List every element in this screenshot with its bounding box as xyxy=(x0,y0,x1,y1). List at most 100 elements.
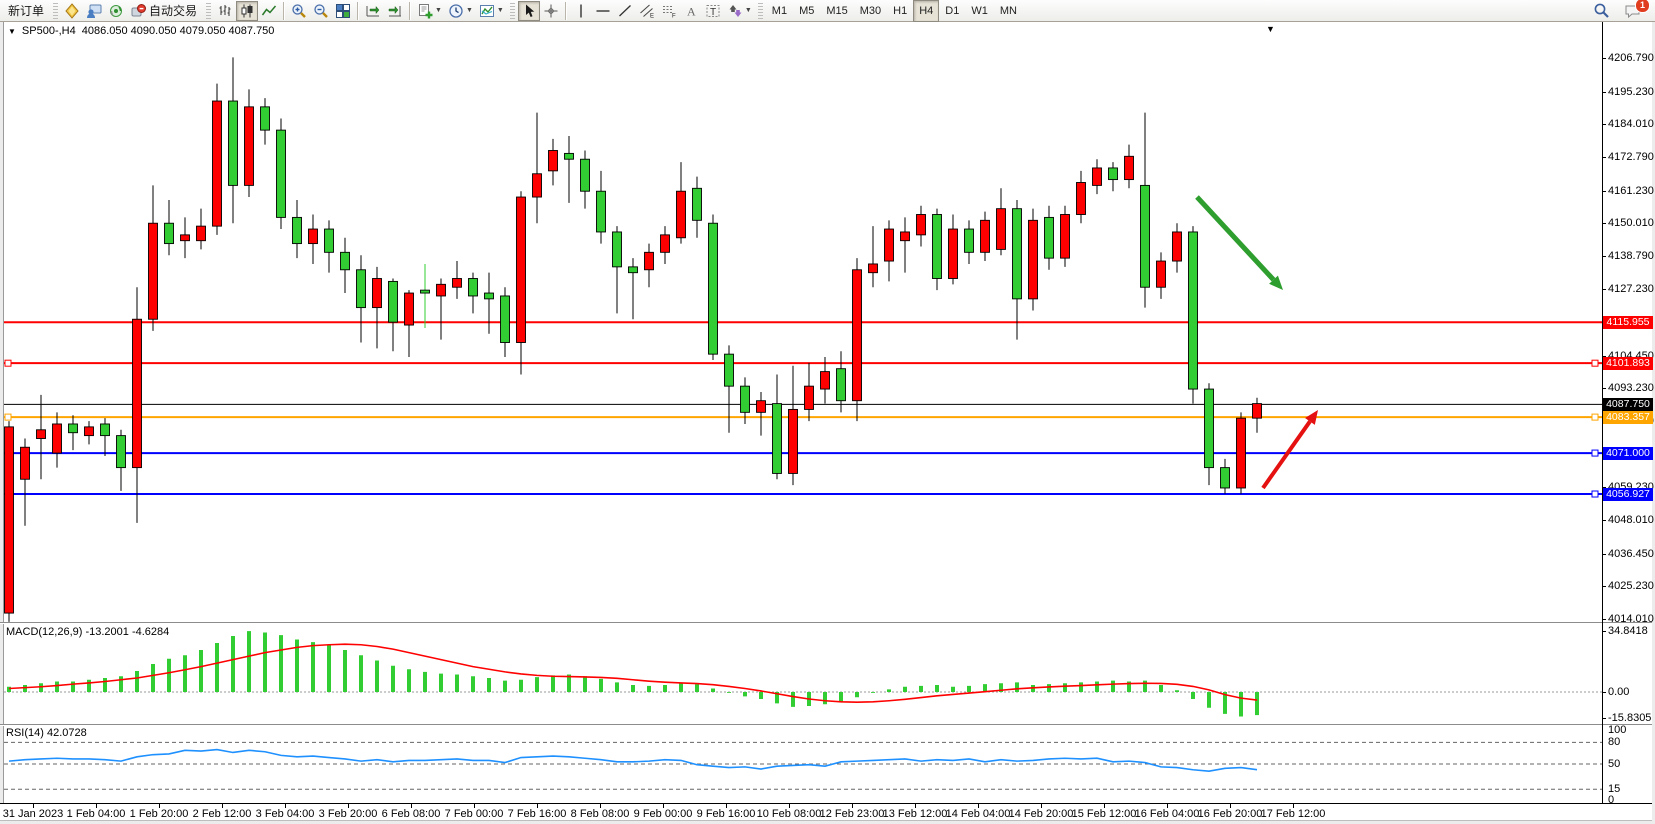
trendline-button[interactable] xyxy=(614,1,636,21)
price-badge[interactable]: 4071.000 xyxy=(1603,447,1653,460)
candle-body xyxy=(1061,214,1070,258)
timeframe-m30[interactable]: M30 xyxy=(854,0,887,22)
chart-shift-marker[interactable]: ▼ xyxy=(1266,24,1275,34)
candle-body xyxy=(149,223,158,319)
price-axis-label: 4184.010 xyxy=(1608,118,1654,130)
cursor-button[interactable] xyxy=(518,1,540,21)
autotrading-label: 自动交易 xyxy=(146,2,200,19)
horizontal-line-icon xyxy=(595,3,611,19)
dropdown-caret: ▼ xyxy=(745,7,752,14)
mt4-terminal: 新订单 自动交易 ▼ ▼ ▼ E F A T ▼ xyxy=(0,0,1655,824)
price-axis-label: 4093.230 xyxy=(1608,382,1654,394)
line-chart-button[interactable] xyxy=(258,1,280,21)
text-button[interactable]: A xyxy=(680,1,702,21)
candle-body xyxy=(773,404,782,474)
navigator-button[interactable] xyxy=(83,1,105,21)
price-badge[interactable]: 4083.357 xyxy=(1603,411,1653,424)
rsi-panel-canvas[interactable] xyxy=(4,726,1602,803)
panel-separator[interactable] xyxy=(0,724,1655,726)
bar-chart-icon xyxy=(217,3,233,19)
candle-body xyxy=(181,235,190,241)
line-handle[interactable] xyxy=(1592,414,1598,420)
chart-shift-button[interactable] xyxy=(384,1,406,21)
chart-shift-icon xyxy=(387,3,403,19)
candle-body xyxy=(1205,389,1214,468)
price-axis-label: 4036.450 xyxy=(1608,548,1654,560)
candle-body xyxy=(917,214,926,234)
fibonacci-button[interactable]: F xyxy=(658,1,680,21)
candle-body xyxy=(21,447,30,479)
candlestick-chart-button[interactable] xyxy=(236,1,258,21)
vertical-line-button[interactable] xyxy=(570,1,592,21)
price-badge[interactable]: 4101.893 xyxy=(1603,357,1653,370)
timeframe-mn[interactable]: MN xyxy=(994,0,1023,22)
toolbar-separator xyxy=(283,2,285,20)
candle-body xyxy=(597,191,606,232)
macd-panel-canvas[interactable] xyxy=(4,624,1602,724)
new-order-button[interactable]: 新订单 xyxy=(2,1,50,21)
new-chart-button[interactable]: ▼ xyxy=(414,1,445,21)
rsi-indicator-label: RSI(14) 42.0728 xyxy=(6,727,87,739)
price-axis-label: 4138.790 xyxy=(1608,250,1654,262)
time-axis-label: 15 Feb 12:00 xyxy=(1072,808,1137,820)
timeframe-d1[interactable]: D1 xyxy=(939,0,965,22)
candle-body xyxy=(1093,168,1102,185)
time-axis-label: 13 Feb 12:00 xyxy=(883,808,948,820)
chart-title: ▼ SP500-,H4 4086.050 4090.050 4079.050 4… xyxy=(8,25,274,37)
candle-body xyxy=(293,217,302,243)
candle-body xyxy=(85,427,94,436)
arrows-button[interactable]: ▼ xyxy=(724,1,755,21)
terminal-button[interactable] xyxy=(105,1,127,21)
crosshair-button[interactable] xyxy=(540,1,562,21)
autotrading-button[interactable]: 自动交易 xyxy=(127,1,203,21)
search-button[interactable] xyxy=(1590,1,1613,21)
timeframe-h1[interactable]: H1 xyxy=(887,0,913,22)
market-watch-button[interactable] xyxy=(61,1,83,21)
main-chart-canvas[interactable] xyxy=(4,22,1602,622)
line-handle[interactable] xyxy=(1592,491,1598,497)
period-button[interactable]: ▼ xyxy=(445,1,476,21)
price-badge[interactable]: 4056.927 xyxy=(1603,488,1653,501)
zoom-in-icon xyxy=(291,3,307,19)
indicators-button[interactable]: ▼ xyxy=(476,1,507,21)
price-badge[interactable]: 4115.955 xyxy=(1603,316,1653,329)
equidistant-channel-button[interactable]: E xyxy=(636,1,658,21)
bar-chart-button[interactable] xyxy=(214,1,236,21)
zoom-in-button[interactable] xyxy=(288,1,310,21)
toolbar-right-group: 1 xyxy=(1590,1,1649,21)
trendline-icon xyxy=(617,3,633,19)
tile-windows-button[interactable] xyxy=(332,1,354,21)
time-axis[interactable]: 31 Jan 20231 Feb 04:001 Feb 20:002 Feb 1… xyxy=(0,803,1655,820)
line-handle[interactable] xyxy=(5,360,11,366)
line-handle[interactable] xyxy=(5,414,11,420)
navigator-icon xyxy=(86,3,102,19)
timeframe-w1[interactable]: W1 xyxy=(965,0,994,22)
horizontal-line-button[interactable] xyxy=(592,1,614,21)
line-handle[interactable] xyxy=(1592,450,1598,456)
timeframe-m15[interactable]: M15 xyxy=(820,0,853,22)
trend-arrow[interactable] xyxy=(1197,197,1273,280)
auto-scroll-button[interactable] xyxy=(362,1,384,21)
panel-separator[interactable] xyxy=(0,622,1655,624)
toolbar-separator xyxy=(357,2,359,20)
timeframe-m5[interactable]: M5 xyxy=(793,0,820,22)
candle-body xyxy=(933,214,942,278)
macd-axis-label: -15.8305 xyxy=(1608,712,1651,724)
line-handle[interactable] xyxy=(1592,360,1598,366)
timeframe-h4[interactable]: H4 xyxy=(913,0,939,22)
macd-axis-tick xyxy=(1602,631,1606,632)
text-label-button[interactable]: T xyxy=(702,1,724,21)
notifications-button[interactable]: 1 xyxy=(1621,1,1645,21)
candle-body xyxy=(357,270,366,308)
macd-axis-label: 34.8418 xyxy=(1608,625,1648,637)
zoom-out-button[interactable] xyxy=(310,1,332,21)
candle-body xyxy=(1141,185,1150,287)
trend-arrow[interactable] xyxy=(1263,421,1310,488)
symbol-dropdown-arrow[interactable]: ▼ xyxy=(8,27,16,36)
timeframe-m1[interactable]: M1 xyxy=(766,0,793,22)
candle-body xyxy=(117,436,126,468)
price-badge[interactable]: 4087.750 xyxy=(1603,398,1653,411)
candle-body xyxy=(69,424,78,433)
toolbar-separator xyxy=(565,2,567,20)
candle-body xyxy=(949,229,958,278)
